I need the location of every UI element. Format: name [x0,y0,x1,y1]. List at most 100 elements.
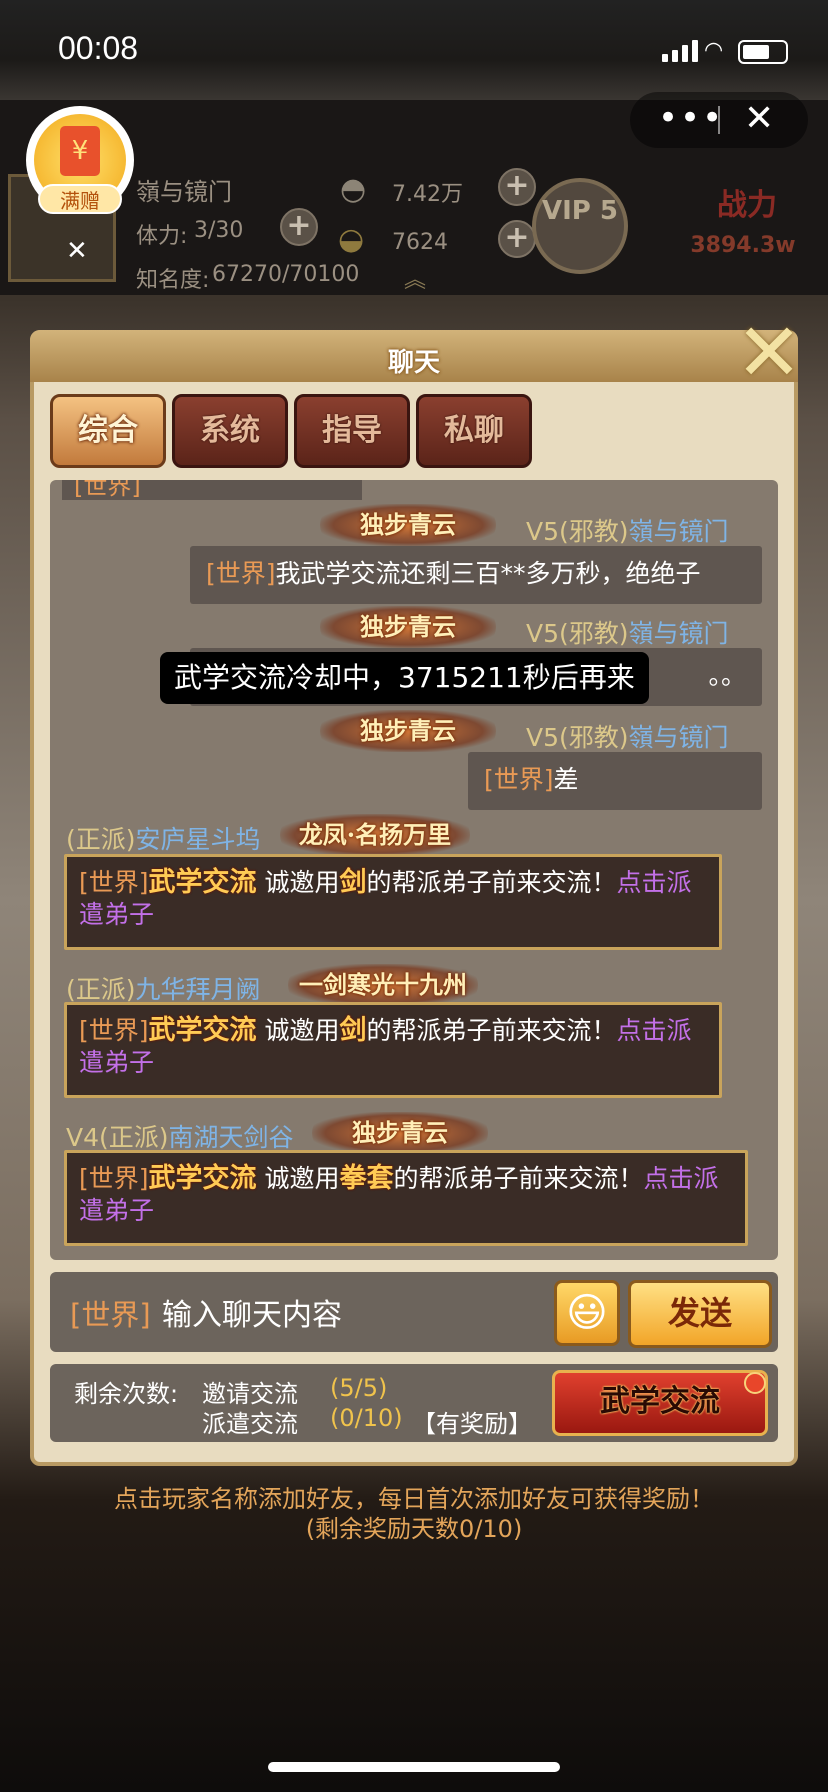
friend-reward-tip: 点击玩家名称添加好友，每日首次添加好友可获得奖励！ (剩余奖励天数0/10) [0,1484,828,1544]
home-indicator[interactable] [268,1762,560,1772]
message-sender[interactable]: V4(正派)南湖天剑谷 [66,1118,294,1154]
message-bubble: [世界]差 [468,752,762,810]
reward-note: 【有奖励】 [412,1410,532,1438]
title-badge: 独步青云 [320,606,496,648]
status-bar: 00:08 ◠ [0,0,828,100]
sender-name[interactable]: 嶺与镜门 [629,619,729,648]
more-icon[interactable]: ••• [658,98,724,138]
add-stamina-button[interactable]: + [280,208,318,246]
gift-close-icon[interactable]: ✕ [66,236,88,266]
sender-prefix: V5(邪教) [526,723,629,752]
message-text: 我武学交流还剩三百**多万秒，绝绝子 [275,559,701,588]
status-time: 00:08 [58,30,139,66]
add-gold-button[interactable]: + [498,220,536,258]
keyword-martial-exchange: 武学交流 [148,867,257,898]
title-badge: 龙凤·名扬万里 [280,814,470,856]
sender-name[interactable]: 嶺与镜门 [629,723,729,752]
message-channel: [世界] [79,1164,149,1193]
silver-ingot-icon: ◓ [340,172,367,207]
weapon-type: 剑 [339,867,367,898]
fame-value: 67270/70100 [212,262,360,287]
power-label: 战力 [717,188,777,223]
sender-prefix: V4(正派) [66,1123,169,1152]
message-channel: [世界] [79,868,149,897]
dispatch-value: (0/10) [330,1404,403,1432]
message-channel: [世界] [79,1016,149,1045]
power-value: 3894.3w [690,233,796,258]
red-envelope-icon: ¥ [60,126,100,176]
message-text: 差 [553,765,579,794]
gift-promo-button[interactable]: ¥ 满赠 [26,106,134,214]
emoji-icon[interactable]: 😃 [554,1280,620,1346]
title-badge: 独步青云 [312,1112,488,1154]
mini-program-capsule: ••• ✕ [630,92,808,148]
dialog-title: 聊天 [387,348,440,378]
title-badge: 独步青云 [320,710,496,752]
sender-name[interactable]: 南湖天剑谷 [169,1123,294,1152]
chat-message-list[interactable]: [世界] 独步青云 V5(邪教)嶺与镜门 [世界]我武学交流还剩三百**多万秒，… [50,480,778,1260]
invite-value: (5/5) [330,1374,388,1402]
player-name[interactable]: 嶺与镜门 [136,172,232,207]
message-sender[interactable]: V5(邪教)嶺与镜门 [526,512,729,548]
sender-prefix: V5(邪教) [526,619,629,648]
message-text: 。。 [708,661,746,690]
system-invite-message: [世界]武学交流 诚邀用拳套的帮派弟子前来交流！点击派遣弟子 [64,1150,748,1246]
silver-amount: 7.42万 [392,182,463,207]
title-badge: 一剑寒光十九州 [288,964,478,1006]
martial-exchange-button[interactable]: 武学交流 [552,1370,768,1436]
gold-ingot-icon: ◒ [338,222,365,257]
title-badge: 独步青云 [320,504,496,546]
message-text: 的帮派弟子前来交流！ [366,868,617,897]
message-text: 诚邀用 [264,1016,340,1045]
message-sender[interactable]: V5(邪教)嶺与镜门 [526,718,729,754]
message-bubble: [世界]我武学交流还剩三百**多万秒，绝绝子 [190,546,762,604]
message-text: 的帮派弟子前来交流！ [393,1164,644,1193]
add-silver-button[interactable]: + [498,168,536,206]
input-channel[interactable]: [世界] [70,1292,151,1334]
cellular-signal-icon [662,40,700,62]
notification-dot [744,1372,766,1394]
close-icon[interactable]: ✕ [744,98,774,139]
message-sender[interactable]: (正派)九华拜月阙 [66,970,261,1006]
message-text: 的帮派弟子前来交流！ [366,1016,617,1045]
tip-line-1: 点击玩家名称添加好友，每日首次添加好友可获得奖励！ [114,1485,714,1513]
battery-icon [738,40,788,64]
message-channel: [世界] [206,559,276,588]
wifi-icon: ◠ [704,38,724,63]
partial-channel: [世界] [74,480,141,500]
message-channel: [世界] [484,765,554,794]
stamina-label: 体力: [136,224,188,249]
sender-prefix: (正派) [66,825,136,854]
system-invite-message: [世界]武学交流 诚邀用剑的帮派弟子前来交流！点击派遣弟子 [64,854,722,950]
vip-badge[interactable]: VIP 5 [532,178,628,274]
message-sender[interactable]: (正派)安庐星斗坞 [66,820,261,856]
partial-message: [世界] [62,480,362,500]
tip-line-2: (剩余奖励天数0/10) [305,1515,523,1543]
gift-label: 满赠 [38,184,122,214]
tab-private[interactable]: 私聊 [416,394,532,468]
message-sender[interactable]: V5(邪教)嶺与镜门 [526,614,729,650]
sender-prefix: V5(邪教) [526,517,629,546]
tab-system[interactable]: 系统 [172,394,288,468]
keyword-martial-exchange: 武学交流 [148,1015,257,1046]
expand-chevron-icon[interactable]: ︽ [404,262,426,294]
send-button[interactable]: 发送 [628,1280,772,1348]
system-invite-message: [世界]武学交流 诚邀用剑的帮派弟子前来交流！点击派遣弟子 [64,1002,722,1098]
sender-name[interactable]: 嶺与镜门 [629,517,729,546]
input-placeholder: 输入聊天内容 [162,1298,342,1333]
cooldown-toast: 武学交流冷却中，3715211秒后再来 [160,652,649,704]
quota-label: 剩余次数: [74,1380,179,1408]
stamina-value: 3/30 [194,218,244,243]
gold-amount: 7624 [392,230,448,255]
tab-guide[interactable]: 指导 [294,394,410,468]
weapon-type: 拳套 [339,1163,394,1194]
sender-name[interactable]: 九华拜月阙 [136,975,261,1004]
fame-label: 知名度: [136,268,210,293]
dialog-close-icon[interactable]: ✕ [728,313,810,393]
keyword-martial-exchange: 武学交流 [148,1163,257,1194]
tab-general[interactable]: 综合 [50,394,166,468]
message-text: 诚邀用 [264,1164,340,1193]
sender-name[interactable]: 安庐星斗坞 [136,825,261,854]
weapon-type: 剑 [339,1015,367,1046]
capsule-divider [718,106,720,134]
